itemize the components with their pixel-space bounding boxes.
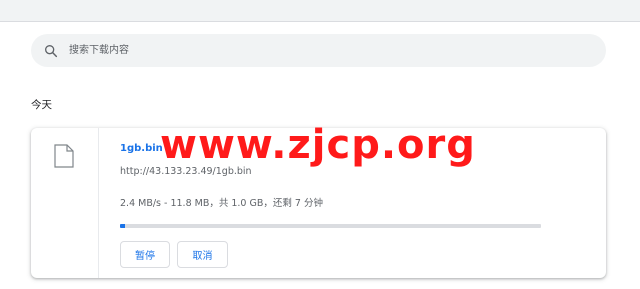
pause-button[interactable]: 暂停 [120,241,170,268]
top-bar [0,0,640,22]
download-progress-bar [120,224,541,228]
date-section-label: 今天 [31,99,52,111]
search-input[interactable] [69,34,589,67]
download-progress-fill [120,224,125,228]
file-name-link[interactable]: 1gb.bin [120,143,163,154]
download-status: 2.4 MB/s - 11.8 MB，共 1.0 GB，还剩 7 分钟 [120,198,323,209]
file-icon [54,144,74,168]
cancel-button[interactable]: 取消 [177,241,228,268]
file-icon-column [31,128,99,278]
search-bar[interactable] [31,34,606,67]
watermark-text: www.zjcp.org [160,122,476,168]
search-icon [45,45,58,58]
